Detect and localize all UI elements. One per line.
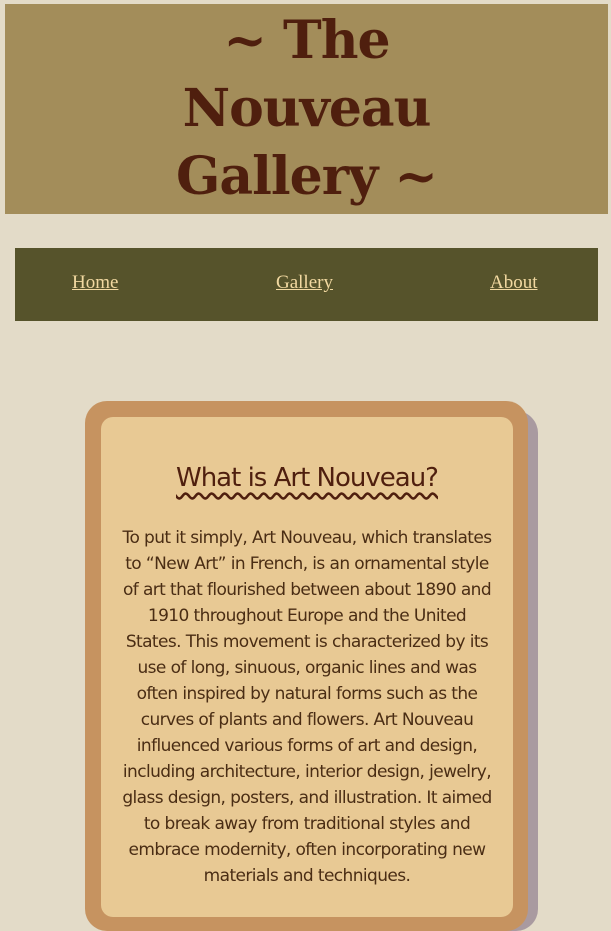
site-title: ~ The Nouveau Gallery ~ [176, 10, 438, 207]
nav-link-home[interactable]: Home [72, 272, 118, 294]
card-heading: What is Art Nouveau? [176, 463, 439, 493]
nav-link-about[interactable]: About [490, 272, 538, 294]
nav-link-gallery[interactable]: Gallery [276, 272, 333, 294]
site-header: ~ The Nouveau Gallery ~ [5, 4, 608, 214]
info-card: What is Art Nouveau? To put it simply, A… [101, 417, 513, 917]
card-body-text: To put it simply, Art Nouveau, which tra… [122, 528, 492, 886]
main-nav: Home Gallery About [15, 248, 598, 321]
